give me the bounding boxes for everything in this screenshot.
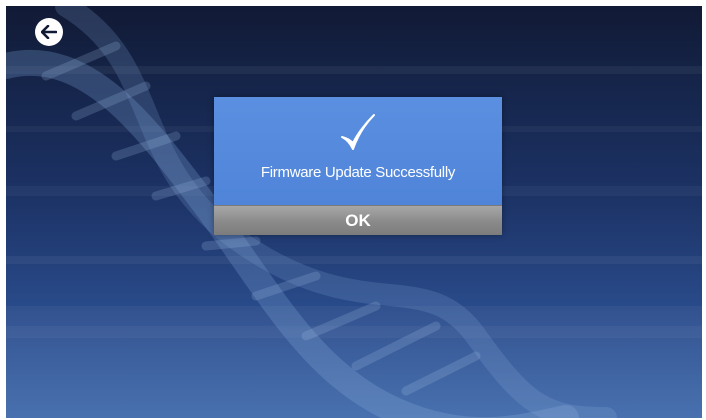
screen: Firmware Update Successfully OK bbox=[6, 6, 702, 418]
firmware-update-dialog: Firmware Update Successfully OK bbox=[214, 97, 502, 235]
dialog-body: Firmware Update Successfully bbox=[214, 97, 502, 206]
back-button[interactable] bbox=[35, 18, 63, 46]
dialog-message: Firmware Update Successfully bbox=[260, 164, 456, 181]
arrow-left-icon bbox=[41, 25, 57, 39]
checkmark-icon bbox=[341, 114, 375, 150]
ok-button[interactable]: OK bbox=[214, 206, 502, 235]
